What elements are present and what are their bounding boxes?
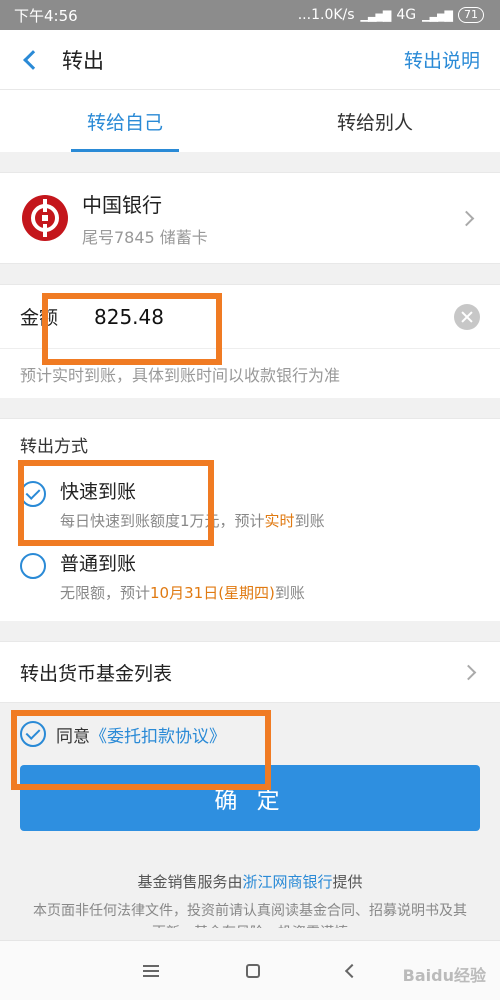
transfer-method-section: 转出方式 快速到账 每日快速到账额度1万元，预计实时到账 普通到账 无限额，预计… [0,418,500,621]
status-time: 下午4:56 [14,6,78,25]
back-nav-icon[interactable] [344,963,359,978]
bank-card-selector[interactable]: 中国银行 尾号7845 储蓄卡 [0,172,500,264]
network-speed: ...1.0K/s [297,7,355,23]
agreement-link[interactable]: 《委托扣款协议》 [90,722,226,747]
transfer-info-link[interactable]: 转出说明 [404,46,480,73]
check-circle-icon[interactable] [20,481,46,507]
page-title: 转出 [62,48,104,73]
amount-note: 预计实时到账，具体到账时间以收款银行为准 [0,348,500,398]
radio-circle-icon[interactable] [20,553,46,579]
option-desc: 无限额，预计10月31日(星期四)到账 [60,584,305,602]
provider-bank-link[interactable]: 浙江网商银行 [242,873,332,891]
option-highlight: 实时 [264,512,295,530]
tab-to-self[interactable]: 转给自己 [0,90,250,152]
agreement-check-icon[interactable] [20,721,46,747]
amount-field[interactable]: 金额 825.48 [0,284,500,348]
home-icon[interactable] [245,963,260,978]
watermark: Baidu经验 [402,966,486,985]
footer-provider: 基金销售服务由浙江网商银行提供 [137,873,363,891]
battery-icon: 71 [458,7,484,23]
network-type: 4G [396,7,417,23]
option-highlight: 10月31日(星期四) [150,584,275,602]
option-normal-transfer[interactable]: 普通到账 无限额，预计10月31日(星期四)到账 [20,541,480,621]
footer-disclaimer: 本页面非任何法律文件，投资前请认真阅读基金合同、招募说明书及其更新，基金有风险，… [33,903,467,928]
bank-info: 中国银行 尾号7845 储蓄卡 [82,189,461,248]
chevron-right-icon [458,210,475,226]
chevron-right-icon [460,664,477,680]
signal-icon-2: ▁▃▅▇ [422,8,453,22]
back-icon[interactable] [23,49,43,70]
amount-label: 金额 [20,307,59,329]
option-title: 普通到账 [60,553,137,575]
method-title: 转出方式 [20,436,88,457]
transfer-tabs: 转给自己 转给别人 [0,90,500,152]
signal-icon: ▁▃▅▇ [360,8,392,22]
bank-card-info: 尾号7845 储蓄卡 [82,227,208,247]
option-title: 快速到账 [60,481,137,503]
fund-list-row[interactable]: 转出货币基金列表 [0,641,500,703]
status-bar: 下午4:56 ...1.0K/s ▁▃▅▇ 4G ▁▃▅▇ 71 [0,0,500,30]
menu-icon[interactable] [143,964,160,977]
bank-of-china-logo-icon [22,195,68,241]
bank-name: 中国银行 [82,192,162,217]
clear-icon[interactable] [454,303,480,330]
nav-bar: 转出 转出说明 [0,30,500,90]
amount-input[interactable]: 825.48 [94,305,454,329]
agreement-prefix: 同意 [56,726,90,747]
tab-to-others[interactable]: 转给别人 [250,90,500,152]
agreement-row[interactable]: 同意 《委托扣款协议》 [0,703,500,765]
option-desc: 每日快速到账额度1万元，预计实时到账 [60,512,325,530]
option-fast-transfer[interactable]: 快速到账 每日快速到账额度1万元，预计实时到账 [20,469,480,541]
fund-list-label: 转出货币基金列表 [20,662,173,685]
status-icons: ...1.0K/s ▁▃▅▇ 4G ▁▃▅▇ 71 [298,7,484,23]
confirm-button[interactable]: 确 定 [20,765,480,831]
